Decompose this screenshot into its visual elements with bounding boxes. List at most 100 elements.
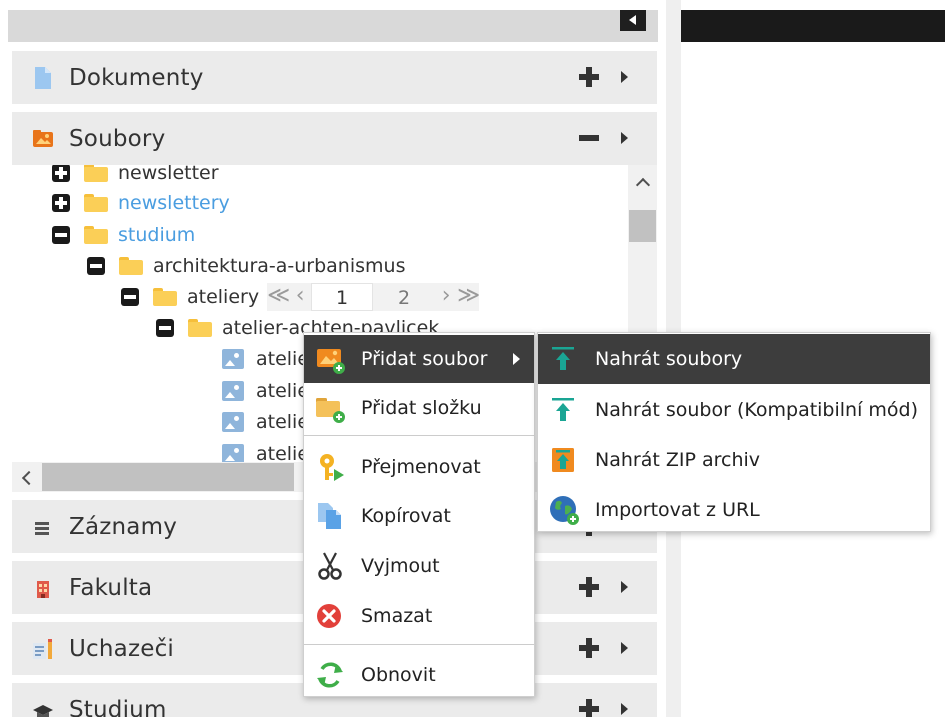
tree-node[interactable]: atelie [222, 377, 309, 405]
page-2-button[interactable]: 2 [373, 283, 436, 311]
tree-node[interactable]: newslettery [52, 189, 230, 217]
tree-node[interactable]: ateliery ≪ ‹ 1 2 › ≫ [121, 283, 480, 311]
tree-node-label[interactable]: atelie [256, 380, 309, 402]
menu-item-import-url[interactable]: Importovat z URL [538, 485, 930, 535]
open-arrow-button[interactable] [620, 641, 630, 655]
copy-icon [314, 500, 346, 532]
menu-item-refresh[interactable]: Obnovit [304, 651, 534, 699]
folder-icon [84, 226, 108, 244]
open-arrow-button[interactable] [620, 580, 630, 594]
import-url-globe-icon [548, 494, 580, 526]
accordion-title: Dokumenty [69, 64, 204, 91]
menu-item-upload-compat[interactable]: Nahrát soubor (Kompatibilní mód) [538, 385, 930, 435]
menu-item-label: Přidat složku [361, 397, 482, 419]
submenu-add-file: Nahrát soubory Nahrát soubor (Kompatibil… [537, 332, 931, 532]
building-icon [32, 576, 54, 600]
submenu-arrow-icon [513, 353, 520, 365]
collapse-toggle-icon[interactable] [87, 257, 105, 275]
tree-node-label[interactable]: ateliery [187, 286, 259, 308]
expand-button[interactable] [579, 638, 599, 658]
tree-node[interactable]: newsletter [52, 165, 219, 187]
accordion-title: Studium [69, 696, 167, 717]
menu-item-label: Smazat [361, 605, 433, 627]
menu-item-label: Nahrát soubory [595, 348, 743, 370]
menu-item-label: Importovat z URL [595, 499, 760, 521]
menu-item-label: Obnovit [361, 664, 436, 686]
folder-icon [84, 194, 108, 212]
tree-node-label[interactable]: studium [118, 224, 195, 246]
image-file-icon [222, 349, 244, 369]
accordion-title: Záznamy [69, 513, 178, 540]
menu-item-upload-files[interactable]: Nahrát soubory [538, 334, 930, 384]
open-arrow-button[interactable] [620, 131, 630, 145]
scroll-up-icon[interactable] [628, 169, 657, 193]
collapse-button[interactable] [579, 128, 599, 148]
page-1-button[interactable]: 1 [311, 283, 374, 311]
menu-item-add-file[interactable]: Přidat soubor [304, 335, 534, 383]
tree-node-label[interactable]: atelie [256, 348, 309, 370]
collapse-toggle-icon[interactable] [121, 288, 139, 306]
image-file-icon [222, 381, 244, 401]
collapse-panel-button[interactable] [620, 10, 646, 31]
tree-node[interactable]: atelie [222, 345, 309, 373]
expand-toggle-icon[interactable] [52, 194, 70, 212]
tree-node-label[interactable]: atelie [256, 443, 309, 462]
tree-node[interactable]: atelie [222, 440, 309, 462]
open-arrow-button[interactable] [620, 70, 630, 84]
next-page-button[interactable]: › [435, 283, 457, 311]
menu-item-copy[interactable]: Kopírovat [304, 492, 534, 540]
menu-item-rename[interactable]: Přejmenovat [304, 443, 534, 491]
prev-page-button[interactable]: ‹ [289, 283, 311, 311]
menu-item-label: Vyjmout [361, 555, 440, 577]
tree-node-label[interactable]: atelie [256, 411, 309, 433]
context-menu: Přidat soubor Přidat složku Přejmenovat … [303, 332, 535, 697]
vertical-scroll-thumb[interactable] [629, 210, 656, 242]
pagination: ≪ ‹ 1 2 › ≫ [267, 283, 480, 311]
collapse-toggle-icon[interactable] [156, 319, 174, 337]
document-icon [32, 66, 54, 90]
tree-node[interactable]: atelie [222, 408, 309, 436]
menu-item-label: Kopírovat [361, 505, 451, 527]
open-arrow-button[interactable] [620, 702, 630, 716]
accordion-title: Soubory [69, 125, 166, 152]
rename-key-icon [314, 451, 346, 483]
expand-button[interactable] [579, 699, 599, 717]
scroll-left-icon[interactable] [12, 462, 40, 492]
list-icon [32, 515, 54, 539]
menu-item-label: Nahrát ZIP archiv [595, 449, 761, 471]
refresh-icon [314, 659, 346, 691]
add-file-icon [314, 343, 346, 375]
first-page-button[interactable]: ≪ [267, 283, 290, 311]
delete-icon [314, 600, 346, 632]
menu-item-cut[interactable]: Vyjmout [304, 542, 534, 590]
tree-node-label[interactable]: newsletter [118, 165, 219, 184]
cut-scissors-icon [314, 550, 346, 582]
upload-compat-icon [548, 394, 580, 426]
expand-button[interactable] [579, 67, 599, 87]
menu-item-label: Nahrát soubor (Kompatibilní mód) [595, 399, 919, 421]
accordion-dokumenty[interactable]: Dokumenty [12, 51, 657, 104]
tree-node[interactable]: studium [52, 221, 195, 249]
tree-node-label[interactable]: architektura-a-urbanismus [153, 255, 405, 277]
content-toolbar [681, 10, 945, 42]
expand-button[interactable] [579, 577, 599, 597]
expand-toggle-icon[interactable] [52, 165, 70, 182]
tree-node[interactable]: architektura-a-urbanismus [87, 252, 405, 280]
collapse-toggle-icon[interactable] [52, 226, 70, 244]
horizontal-scroll-thumb[interactable] [42, 463, 294, 491]
tree-node-label[interactable]: newslettery [118, 192, 230, 214]
last-page-button[interactable]: ≫ [457, 283, 480, 311]
menu-item-label: Přejmenovat [361, 456, 481, 478]
panel-toolbar [8, 10, 658, 42]
image-folder-icon [32, 127, 54, 151]
menu-item-upload-zip[interactable]: Nahrát ZIP archiv [538, 435, 930, 485]
folder-icon [188, 319, 212, 337]
add-folder-icon [314, 392, 346, 424]
accordion-soubory[interactable]: Soubory [12, 112, 657, 165]
folder-icon [119, 257, 143, 275]
menu-item-delete[interactable]: Smazat [304, 592, 534, 640]
upload-zip-icon [548, 444, 580, 476]
folder-icon [153, 288, 177, 306]
menu-item-add-folder[interactable]: Přidat složku [304, 384, 534, 432]
image-file-icon [222, 412, 244, 432]
